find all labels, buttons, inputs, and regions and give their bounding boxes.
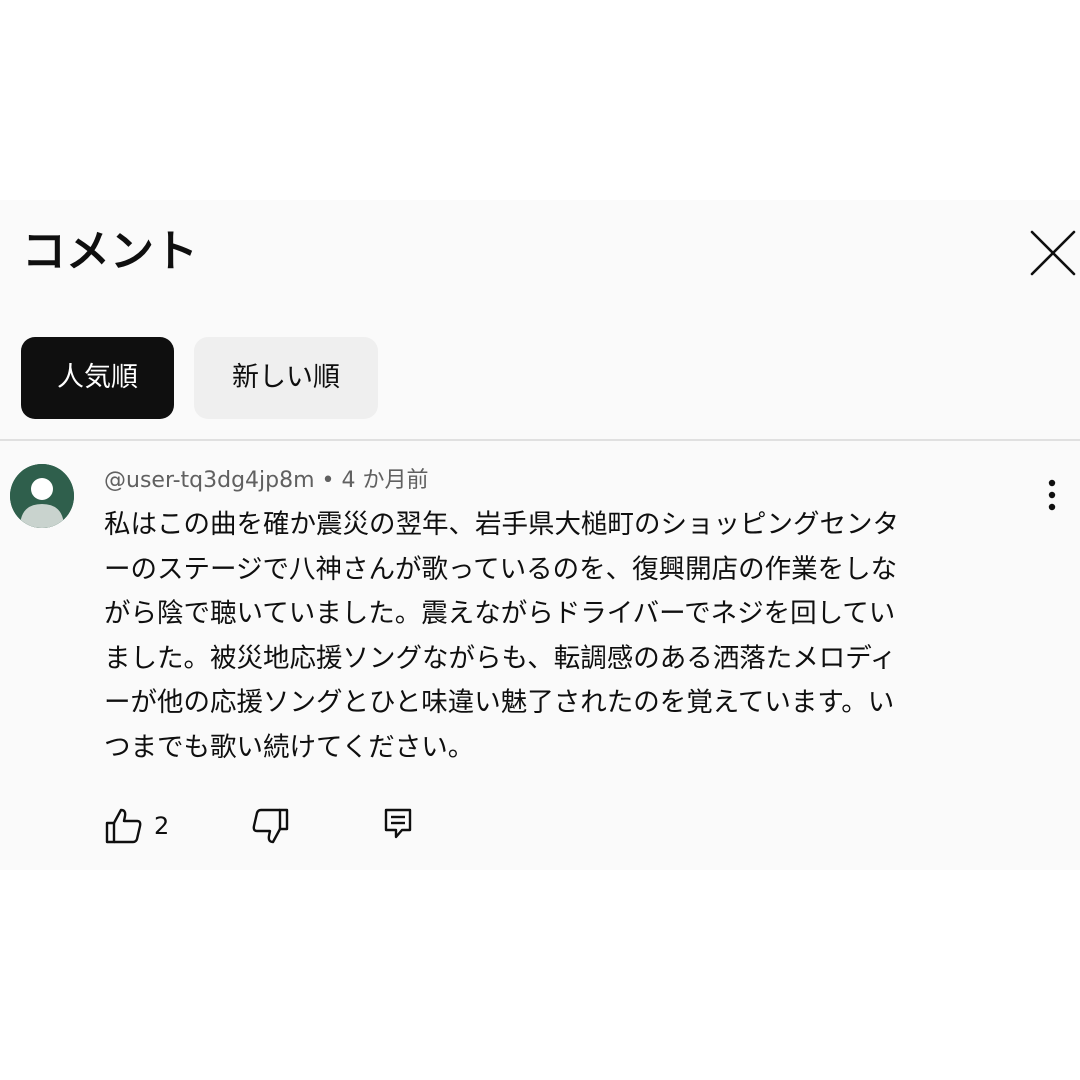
more-actions-button[interactable] xyxy=(1036,476,1068,516)
like-button[interactable] xyxy=(104,806,144,846)
thumbs-down-icon xyxy=(252,808,289,844)
thumbs-up-icon xyxy=(105,808,142,844)
default-avatar-icon xyxy=(10,464,74,528)
close-icon xyxy=(1030,230,1076,276)
like-count: 2 xyxy=(154,812,170,840)
comment-line: がら陰で聴いていました。震えながらドライバーでネジを回してい xyxy=(104,598,896,629)
comment-text: 私はこの曲を確か震災の翌年、岩手県大槌町のショッピングセンタ ーのステージで八神… xyxy=(104,503,1024,770)
avatar[interactable] xyxy=(10,464,74,528)
close-button[interactable] xyxy=(1026,226,1080,280)
more-vert-icon xyxy=(1048,479,1056,511)
comment-time[interactable]: 4 か月前 xyxy=(342,468,429,493)
reply-button[interactable] xyxy=(382,806,414,842)
meta-separator: • xyxy=(314,468,342,493)
comments-screen: コメント 人気順 新しい順 @user-tq3dg4jp8m • 4 か月前 私… xyxy=(0,0,1080,1080)
panel-title: コメント xyxy=(22,226,198,277)
comment-meta: @user-tq3dg4jp8m • 4 か月前 xyxy=(104,466,429,496)
comment-author[interactable]: @user-tq3dg4jp8m xyxy=(104,468,315,493)
divider xyxy=(0,439,1080,441)
comment-line: つまでも歌い続けてください。 xyxy=(104,731,475,763)
reply-comment-icon xyxy=(384,808,412,839)
sort-chip-newest[interactable]: 新しい順 xyxy=(194,337,378,419)
dislike-button[interactable] xyxy=(248,806,290,846)
comment-line: 私はこの曲を確か震災の翌年、岩手県大槌町のショッピングセンタ xyxy=(104,509,899,540)
comment-line: ーのステージで八神さんが歌っているのを、復興開店の作業をしな xyxy=(104,553,898,585)
comment-line: ーが他の応援ソングとひと味違い魅了されたのを覚えています。い xyxy=(104,687,895,718)
sort-chip-popular[interactable]: 人気順 xyxy=(21,337,174,419)
comment-line: ました。被災地応援ソングながらも、転調感のある洒落たメロディ xyxy=(104,642,897,674)
